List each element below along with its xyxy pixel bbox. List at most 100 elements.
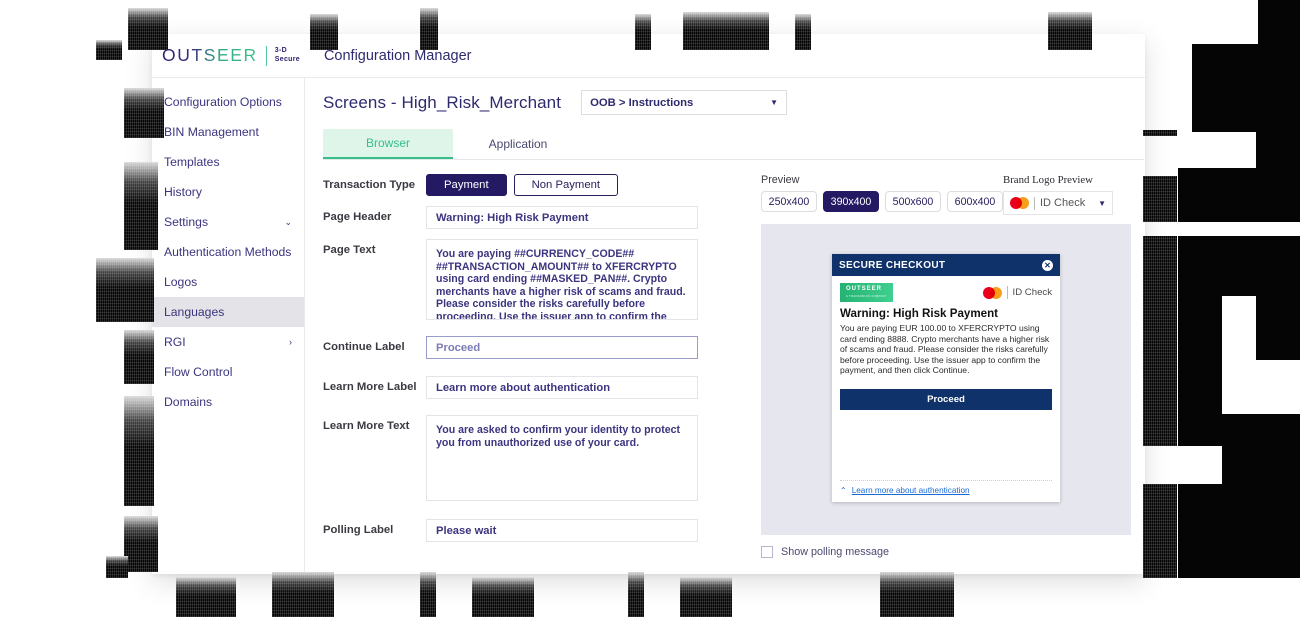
chevron-up-icon[interactable]: ⌃ <box>840 486 847 495</box>
content-columns: Transaction Type Payment Non Payment Pag… <box>323 160 1145 558</box>
brand-select-value: ID Check <box>1040 197 1086 209</box>
tab-bar: Browser Application <box>323 129 1144 160</box>
learn-more-text-textarea[interactable]: You are asked to confirm your identity t… <box>426 415 698 501</box>
preview-header: Preview 250x400 390x400 500x600 600x400 … <box>761 174 1113 215</box>
logo-sub: 3-D Secure <box>274 46 300 63</box>
chevron-down-icon: ▼ <box>770 98 779 107</box>
settings-form: Transaction Type Payment Non Payment Pag… <box>323 160 723 558</box>
sidebar-item-label: Settings <box>164 215 209 229</box>
artifact-block <box>1143 130 1177 136</box>
sidebar-item-label: Languages <box>164 305 225 319</box>
polling-label-input[interactable]: Please wait <box>426 519 698 542</box>
continue-label-input[interactable]: Proceed <box>426 336 698 359</box>
brand-logo-preview-label: Brand Logo Preview <box>1003 174 1093 186</box>
artifact-block <box>472 577 534 617</box>
sidebar-item-history[interactable]: History <box>152 177 304 207</box>
field-transaction-type: Transaction Type Payment Non Payment <box>323 174 723 196</box>
preview-size-390x400[interactable]: 390x400 <box>823 191 879 212</box>
artifact-block <box>96 258 154 322</box>
sidebar-item-label: Templates <box>164 155 220 169</box>
sidebar-item-label: History <box>164 185 202 199</box>
sidebar-item-languages[interactable]: Languages <box>152 297 304 327</box>
artifact-block <box>1256 130 1300 168</box>
artifact-block <box>1178 236 1300 296</box>
logo-divider <box>265 45 267 66</box>
brand-divider <box>1006 286 1008 299</box>
sidebar-item-label: Logos <box>164 275 198 289</box>
preview-card-brand: ID Check <box>982 286 1052 299</box>
sidebar-item-rgi[interactable]: RGI › <box>152 327 304 357</box>
sidebar-item-settings[interactable]: Settings ⌄ <box>152 207 304 237</box>
preview-learn-more-link[interactable]: Learn more about authentication <box>852 486 970 495</box>
transaction-type-payment-button[interactable]: Payment <box>426 174 507 196</box>
field-label: Page Header <box>323 211 392 223</box>
tab-browser[interactable]: Browser <box>323 129 453 159</box>
window-body: Configuration Options BIN Management Tem… <box>152 78 1145 574</box>
screen-select[interactable]: OOB > Instructions ▼ <box>581 90 788 115</box>
field-label: Page Text <box>323 244 376 256</box>
artifact-block <box>124 396 154 506</box>
app-window: OUTSEER 3-D Secure Configuration Manager… <box>152 34 1145 574</box>
tab-label: Application <box>488 137 548 151</box>
brand-logo-group: Brand Logo Preview ID Check ▼ <box>1003 174 1113 215</box>
preview-stage: SECURE CHECKOUT ✕ OUTSEER A TRANSUNION C… <box>761 224 1131 535</box>
mastercard-icon <box>1010 197 1029 209</box>
artifact-block <box>1143 236 1177 446</box>
close-icon[interactable]: ✕ <box>1042 259 1053 271</box>
artifact-block <box>1256 296 1300 360</box>
preview-page-header-text: Warning: High Risk Payment <box>840 307 999 320</box>
artifact-block <box>680 577 732 617</box>
artifact-block <box>1178 484 1300 578</box>
artifact-block <box>272 572 334 617</box>
preview-card-body: OUTSEER A TRANSUNION COMPANY ID Check Wa… <box>832 276 1060 502</box>
preview-size-buttons: 250x400 390x400 500x600 600x400 <box>761 191 1003 212</box>
preview-size-500x600[interactable]: 500x600 <box>885 191 941 212</box>
preview-card: SECURE CHECKOUT ✕ OUTSEER A TRANSUNION C… <box>832 254 1060 502</box>
sidebar-item-authentication-methods[interactable]: Authentication Methods <box>152 237 304 267</box>
outseer-logo[interactable]: OUTSEER 3-D Secure <box>162 45 300 66</box>
brand-divider <box>1034 196 1035 210</box>
artifact-block <box>420 572 436 617</box>
preview-proceed-button[interactable]: Proceed <box>840 388 1052 410</box>
sidebar-item-label: Authentication Methods <box>164 245 292 259</box>
page-header-input[interactable]: Warning: High Risk Payment <box>426 206 698 229</box>
preview-size-600x400[interactable]: 600x400 <box>947 191 1003 212</box>
sidebar-item-label: Flow Control <box>164 365 233 379</box>
preview-sizes-group: Preview 250x400 390x400 500x600 600x400 <box>761 174 1003 212</box>
field-page-text: Page Text You are paying ##CURRENCY_CODE… <box>323 239 723 320</box>
artifact-block <box>124 330 154 384</box>
artifact-block <box>628 572 644 617</box>
sidebar-item-domains[interactable]: Domains <box>152 387 304 417</box>
page-title: Screens - High_Risk_Merchant <box>323 92 562 112</box>
field-label: Continue Label <box>323 341 405 353</box>
artifact-block <box>1178 168 1300 222</box>
show-polling-message-checkbox[interactable] <box>761 546 773 558</box>
field-label: Polling Label <box>323 524 394 536</box>
mastercard-icon <box>982 286 1002 299</box>
outseer-badge-sub: A TRANSUNION COMPANY <box>846 295 888 298</box>
artifact-block <box>96 40 122 60</box>
preview-card-header: SECURE CHECKOUT ✕ <box>832 254 1060 276</box>
outseer-badge-text: OUTSEER <box>846 286 883 292</box>
field-page-header: Page Header Warning: High Risk Payment <box>323 206 723 229</box>
transaction-type-non-payment-button[interactable]: Non Payment <box>513 174 619 196</box>
brand-logo-select[interactable]: ID Check ▼ <box>1003 191 1113 215</box>
artifact-block <box>106 556 128 578</box>
artifact-block <box>1143 176 1177 222</box>
sidebar-item-configuration-options[interactable]: Configuration Options <box>152 87 304 117</box>
sidebar-item-bin-management[interactable]: BIN Management <box>152 117 304 147</box>
field-continue-label: Continue Label Proceed <box>323 336 723 359</box>
learn-more-label-input[interactable]: Learn more about authentication <box>426 376 698 399</box>
sidebar-item-logos[interactable]: Logos <box>152 267 304 297</box>
preview-size-250x400[interactable]: 250x400 <box>761 191 817 212</box>
screen-select-value: OOB > Instructions <box>590 96 694 109</box>
field-polling-label: Polling Label Please wait <box>323 519 723 542</box>
sidebar-item-flow-control[interactable]: Flow Control <box>152 357 304 387</box>
preview-page-body-text: You are paying EUR 100.00 to XFERCRYPTO … <box>840 323 1050 376</box>
artifact-block <box>1178 414 1300 446</box>
page-text-textarea[interactable]: You are paying ##CURRENCY_CODE## ##TRANS… <box>426 239 698 320</box>
tab-application[interactable]: Application <box>453 129 583 159</box>
sidebar-item-label: Configuration Options <box>164 95 282 109</box>
preview-panel: Preview 250x400 390x400 500x600 600x400 … <box>723 160 1131 558</box>
sidebar-item-templates[interactable]: Templates <box>152 147 304 177</box>
